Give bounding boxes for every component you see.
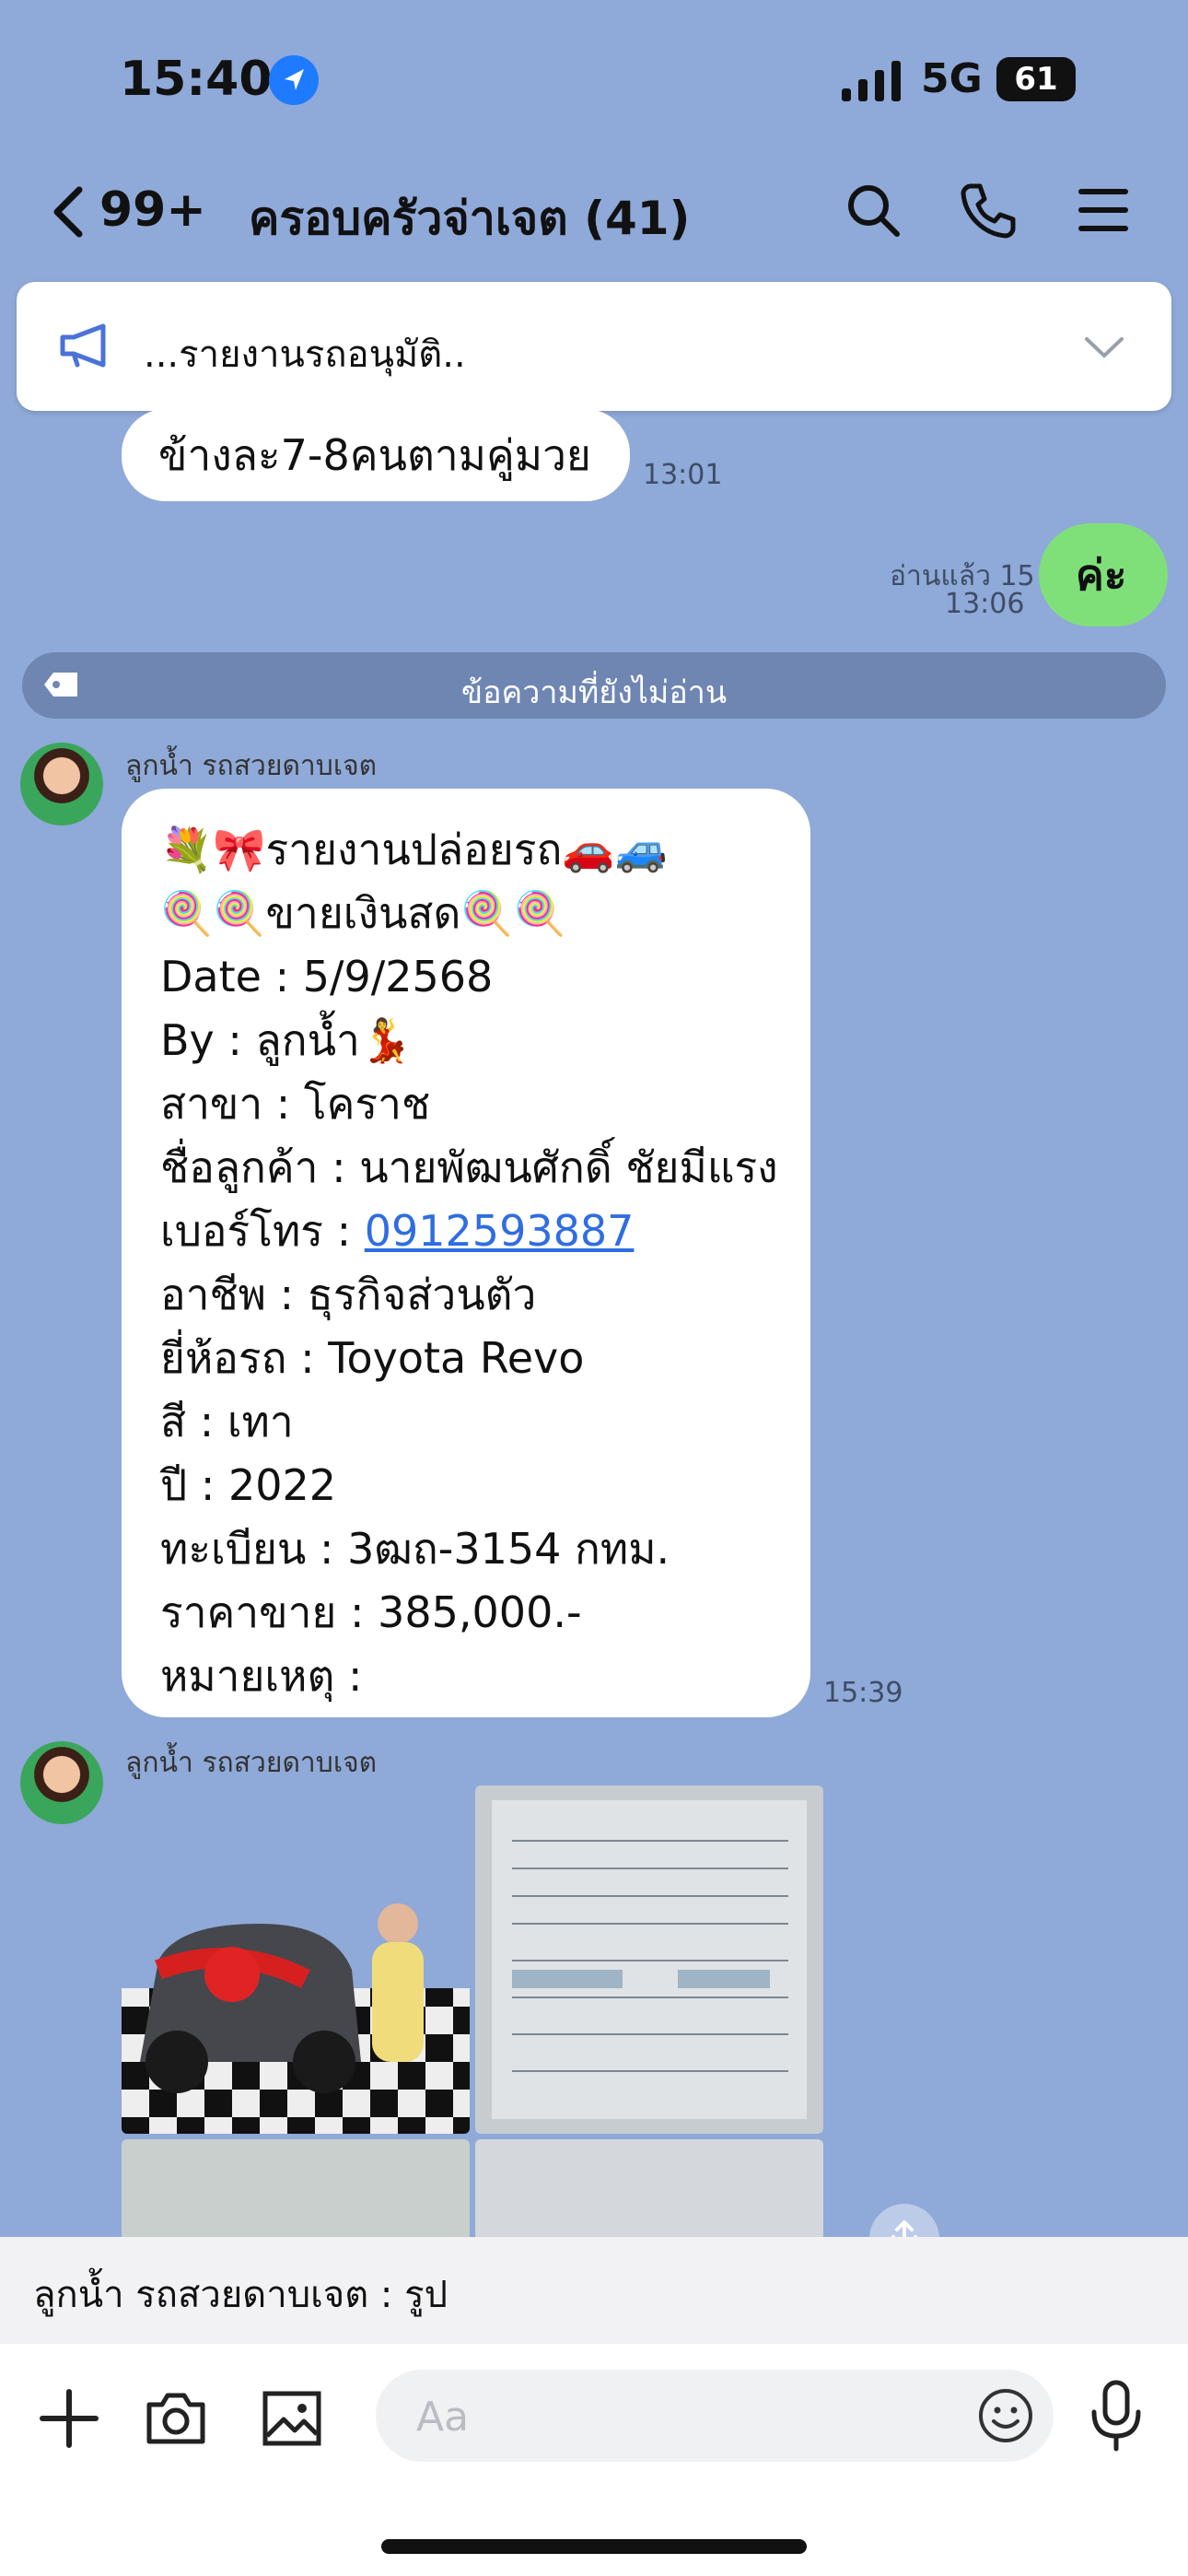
message-text: ค่ะ (1076, 550, 1127, 600)
megaphone-icon (60, 323, 106, 368)
phone-label: เบอร์โทร : (160, 1206, 365, 1256)
message-line: ยี่ห้อรถ : Toyota Revo (160, 1333, 585, 1383)
emoji-icon[interactable] (976, 2386, 1035, 2445)
message-line: 🍭🍭ขายเงินสด🍭🍭 (160, 888, 566, 938)
message-text: ข้างละ7-8คนตามคู่มวย (158, 430, 591, 480)
photo-document[interactable] (475, 2139, 823, 2241)
message-line: ปี : 2022 (160, 1460, 337, 1510)
message-line: By : ลูกน้ำ💃 (160, 1015, 413, 1065)
message-line: อาชีพ : ธุรกิจส่วนตัว (160, 1270, 537, 1319)
message-line: Date : 5/9/2568 (160, 952, 494, 1001)
avatar[interactable] (20, 743, 103, 825)
status-time: 15:40 (120, 52, 273, 107)
message-line: สี : เทา (160, 1397, 294, 1446)
image-icon[interactable] (260, 2386, 324, 2451)
message-line: ทะเบียน : 3ฒถ-3154 กทม. (160, 1524, 670, 1574)
photo-id-card[interactable] (122, 2139, 470, 2241)
location-arrow-icon (269, 55, 319, 105)
announcement-text[interactable]: ...รายงานรถอนุมัติ.. (144, 324, 466, 383)
preview-text[interactable]: ลูกน้ำ รถสวยดาบเจต : รูป (33, 2265, 448, 2324)
phone-icon[interactable] (958, 181, 1017, 240)
chevron-down-icon[interactable] (1083, 334, 1125, 361)
message-line: สาขา : โคราช (160, 1079, 431, 1129)
avatar[interactable] (20, 1741, 103, 1824)
network-type: 5G (921, 55, 983, 102)
chat-title[interactable]: ครอบครัวจ่าเจต (41) (249, 182, 690, 255)
search-icon[interactable] (844, 181, 903, 240)
phone-line: เบอร์โทร : 0912593887 (160, 1200, 778, 1263)
menu-icon[interactable] (1074, 181, 1133, 240)
unread-label: ข้อความที่ยังไม่อ่าน (460, 674, 728, 711)
message-input-placeholder[interactable]: Aa (416, 2394, 469, 2441)
message-body: 💐🎀รายงานปล่อยรถ🚗🚙 🍭🍭ขายเงินสด🍭🍭 Date : 5… (160, 818, 778, 1708)
message-line: ชื่อลูกค้า : นายพัฒนศักดิ์ ชัยมีแรง (160, 1142, 778, 1192)
battery-icon: 61 (996, 57, 1076, 101)
sender-name: ลูกน้ำ รถสวยดาบเจต (125, 1747, 378, 1779)
battery-level: 61 (1014, 61, 1058, 98)
message-time: 13:06 (945, 588, 1025, 620)
message-line: ราคาขาย : 385,000.- (160, 1587, 582, 1637)
back-unread-count[interactable]: 99+ (99, 182, 206, 238)
message-time: 13:01 (643, 459, 723, 491)
sender-name: ลูกน้ำ รถสวยดาบเจต (125, 750, 378, 782)
message-line: หมายเหตุ : (160, 1651, 363, 1701)
microphone-icon[interactable] (1085, 2379, 1147, 2453)
back-chevron-icon[interactable] (50, 184, 87, 240)
photo-document[interactable] (475, 1786, 823, 2134)
message-time: 15:39 (823, 1677, 903, 1709)
photo-car-delivery[interactable] (122, 1786, 470, 2134)
home-indicator (381, 2539, 807, 2554)
plus-icon[interactable] (37, 2386, 101, 2451)
phone-link[interactable]: 0912593887 (365, 1206, 635, 1256)
message-input[interactable] (376, 2370, 1054, 2462)
camera-icon[interactable] (144, 2386, 208, 2451)
signal-icon (842, 61, 901, 101)
message-line: 💐🎀รายงานปล่อยรถ🚗🚙 (160, 825, 668, 874)
